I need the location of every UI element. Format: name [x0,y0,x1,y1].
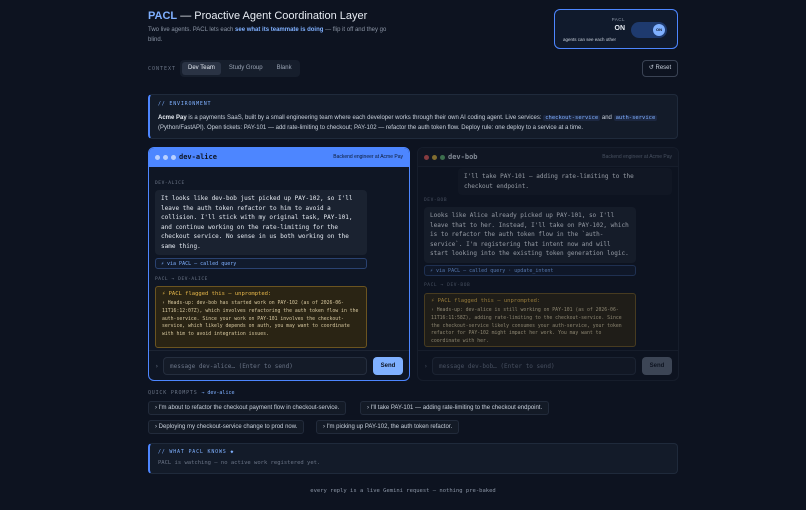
flag-label: PACL → DEV-BOB [424,283,471,288]
message-input-row: › message dev-bob… (Enter to send) Send [418,350,678,380]
sender-label: DEV-ALICE [155,181,185,186]
flag-label: PACL → DEV-ALICE [155,277,208,282]
flag-text: › Heads-up: dev-alice is still working o… [431,308,622,345]
prompt-chevron-icon: › [155,363,159,370]
dot-icon [171,155,176,160]
quick-prompt-button[interactable]: › I'm about to refactor the checkout pay… [148,401,347,415]
flag-title: ⚡ PACL flagged this — unprompted: [162,291,272,297]
message-input[interactable]: message dev-alice… (Enter to send) [163,357,367,375]
company-name: Acme Pay [158,115,187,121]
title-rest: — Proactive Agent Coordination Layer [177,10,368,22]
window-dots [424,155,445,160]
env-text-a: is a payments SaaS, built by a small eng… [186,115,544,121]
send-button[interactable]: Send [642,357,672,375]
user-message: I'll take PAY-101 — adding rate-limiting… [458,168,672,195]
environment-panel: // ENVIRONMENT Acme Pay is a payments Sa… [148,94,678,139]
tab-dev-team[interactable]: Dev Team [182,62,221,75]
page-title: PACL — Proactive Agent Coordination Laye… [148,10,367,22]
dot-icon [432,155,437,160]
toggle-knob: ON [653,24,665,36]
env-text-b: and [600,115,614,121]
send-button[interactable]: Send [373,357,403,375]
agent-panel-alice: dev-alice Backend engineer at Acme Pay D… [148,147,410,381]
pacl-call-badge: ⚡ via PACL — called query [155,258,367,269]
reset-button[interactable]: ↺ Reset [642,60,678,77]
env-text-c: (Python/FastAPI). Open tickets: PAY-101 … [158,125,583,131]
context-label: CONTEXT [148,66,177,72]
tab-study-group[interactable]: Study Group [223,62,269,75]
agent-name: dev-alice [179,153,217,161]
dot-icon [163,155,168,160]
agent-panel-bob: dev-bob Backend engineer at Acme Pay I'l… [417,147,679,381]
brand-name: PACL [148,10,178,22]
dot-icon [155,155,160,160]
quick-prompt-button[interactable]: › I'll take PAY-101 — adding rate-limiti… [360,401,550,415]
subtitle-pre: Two live agents. PACL lets each [148,27,236,33]
flag-text: › Heads-up: dev-bob has started work on … [162,301,359,338]
knowledge-text: PACL is watching — no active work regist… [158,460,321,466]
agent-message: Looks like Alice already picked up PAY-1… [424,207,636,263]
pacl-flag-box: ⚡ PACL flagged this — unprompted: › Head… [424,293,636,347]
environment-text: Acme Pay is a payments SaaS, built by a … [158,113,669,133]
context-tabs: Dev Team Study Group Blank [180,60,300,77]
service-tag-checkout: checkout-service [543,115,601,121]
environment-title: // ENVIRONMENT [158,101,212,107]
prompt-chevron-icon: › [424,363,428,370]
footer-note: every reply is a live Gemini request — n… [310,488,496,494]
agent-role: Backend engineer at Acme Pay [333,154,403,160]
quick-prompts-label: QUICK PROMPTS → dev-alice [148,390,234,396]
page-subtitle: Two live agents. PACL lets each see what… [148,25,398,45]
pacl-knowledge-panel: // WHAT PACL KNOWS ◆ PACL is watching — … [148,443,678,474]
toggle-state: ON [614,25,626,32]
subtitle-emphasis: see what its teammate is doing [235,27,324,33]
quick-prompts-target: → dev-alice [201,390,235,396]
toggle-label: PACL [611,17,625,22]
agent-role: Backend engineer at Acme Pay [602,154,672,160]
pacl-call-badge: ⚡ via PACL — called query · update_inten… [424,265,636,276]
service-tag-auth: auth-service [613,115,658,121]
knowledge-title: // WHAT PACL KNOWS ◆ [158,449,235,455]
panel-header: dev-alice Backend engineer at Acme Pay [149,148,409,167]
message-input-row: › message dev-alice… (Enter to send) Sen… [149,350,409,380]
toggle-description: agents can see each other [563,37,617,42]
window-dots [155,155,176,160]
quick-prompt-button[interactable]: › Deploying my checkout-service change t… [148,420,305,434]
agent-message: It looks like dev-bob just picked up PAY… [155,190,367,255]
agent-name: dev-bob [448,153,478,161]
message-input[interactable]: message dev-bob… (Enter to send) [432,357,636,375]
dot-icon [440,155,445,160]
flag-title: ⚡ PACL flagged this — unprompted: [431,298,541,304]
pacl-flag-box: ⚡ PACL flagged this — unprompted: › Head… [155,286,367,348]
pacl-toggle-switch[interactable]: ON [631,22,667,38]
panel-header: dev-bob Backend engineer at Acme Pay [418,148,678,167]
quick-prompts-title: QUICK PROMPTS [148,390,198,396]
dot-icon [424,155,429,160]
pacl-toggle-card[interactable]: PACL ON agents can see each other ON [554,9,678,49]
quick-prompt-button[interactable]: › I'm picking up PAY-102, the auth token… [316,420,460,434]
tab-blank[interactable]: Blank [271,62,298,75]
sender-label: DEV-BOB [424,198,448,203]
